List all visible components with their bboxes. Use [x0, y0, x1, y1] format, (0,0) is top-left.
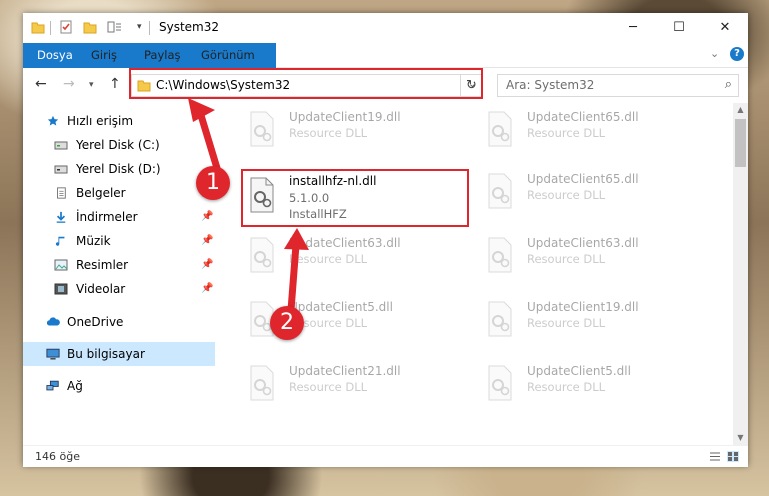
step-badge-1: 1 [196, 166, 230, 200]
step-badge-2: 2 [270, 306, 304, 340]
arrow-2 [284, 228, 309, 314]
annotation-arrows [188, 98, 309, 314]
